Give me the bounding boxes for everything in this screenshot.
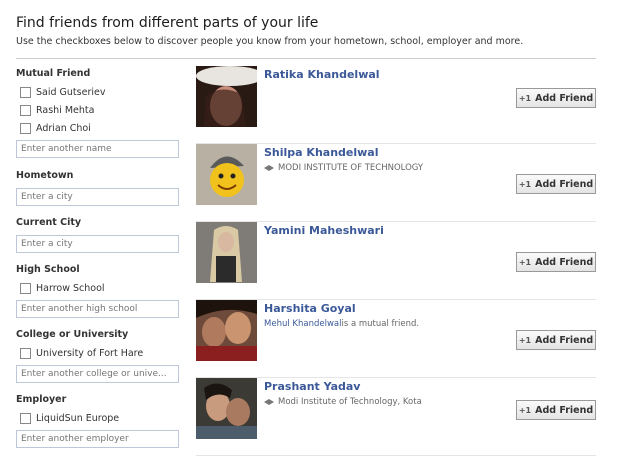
option-label: Adrian Choi	[36, 122, 91, 134]
page-header: Find friends from different parts of you…	[16, 14, 596, 48]
add-friend-icon: +1	[518, 179, 532, 189]
current-city-input[interactable]	[16, 235, 179, 253]
school-name: MODI INSTITUTE OF TECHNOLOGY	[278, 163, 424, 173]
friend-row: Yamini Maheshwari +1 Add Friend	[196, 222, 596, 300]
option-label: LiquidSun Europe	[36, 412, 120, 424]
school-name: Modi Institute of Technology, Kota	[278, 397, 422, 407]
button-label: Add Friend	[535, 334, 594, 346]
checkbox[interactable]	[20, 86, 31, 98]
friend-name[interactable]: Harshita Goyal	[264, 302, 356, 315]
mutual-friend-input[interactable]	[16, 140, 179, 158]
profile-photo[interactable]	[196, 222, 257, 283]
button-label: Add Friend	[535, 256, 594, 268]
friend-name[interactable]: Yamini Maheshwari	[264, 224, 384, 237]
friend-name[interactable]: Shilpa Khandelwal	[264, 146, 379, 159]
add-friend-button[interactable]: +1 Add Friend	[516, 88, 596, 108]
school-info: MODI INSTITUTE OF TECHNOLOGY	[264, 163, 423, 173]
profile-photo[interactable]	[196, 144, 257, 205]
mutual-friend-option[interactable]: Rashi Mehta	[16, 101, 182, 119]
college-input[interactable]	[16, 365, 179, 383]
button-label: Add Friend	[535, 404, 594, 416]
profile-photo[interactable]	[196, 66, 257, 127]
checkbox[interactable]	[20, 282, 31, 294]
mutual-friend-label: Mutual Friend	[16, 68, 91, 79]
header-divider	[16, 58, 596, 59]
add-friend-icon: +1	[518, 257, 532, 267]
employer-label: Employer	[16, 394, 67, 405]
add-friend-button[interactable]: +1 Add Friend	[516, 174, 596, 194]
option-label: University of Fort Hare	[36, 347, 144, 359]
school-icon	[264, 398, 274, 405]
mutual-friend-option[interactable]: Adrian Choi	[16, 119, 182, 137]
friend-row: Shilpa Khandelwal MODI INSTITUTE OF TECH…	[196, 144, 596, 222]
college-option[interactable]: University of Fort Hare	[16, 344, 182, 362]
button-label: Add Friend	[535, 92, 594, 104]
friend-name[interactable]: Ratika Khandelwal	[264, 68, 380, 81]
friend-row: Harshita Goyal Mehul Khandelwal is a mut…	[196, 300, 596, 378]
high-school-input[interactable]	[16, 300, 179, 318]
mutual-friend-info: Mehul Khandelwal is a mutual friend.	[264, 319, 419, 329]
add-friend-button[interactable]: +1 Add Friend	[516, 400, 596, 420]
current-city-label: Current City	[16, 217, 82, 228]
friend-row: Prashant Yadav Modi Institute of Technol…	[196, 378, 596, 456]
high-school-option[interactable]: Harrow School	[16, 279, 182, 297]
checkbox[interactable]	[20, 104, 31, 116]
friend-name[interactable]: Prashant Yadav	[264, 380, 360, 393]
hometown-input[interactable]	[16, 188, 179, 206]
profile-photo[interactable]	[196, 378, 257, 439]
checkbox[interactable]	[20, 122, 31, 134]
page-subtitle: Use the checkboxes below to discover peo…	[16, 36, 524, 47]
page-title: Find friends from different parts of you…	[16, 15, 319, 31]
profile-photo[interactable]	[196, 300, 257, 361]
option-label: Rashi Mehta	[36, 104, 95, 116]
school-icon	[264, 164, 274, 171]
mutual-friend-option[interactable]: Said Gutseriev	[16, 83, 182, 101]
checkbox[interactable]	[20, 347, 31, 359]
filter-sidebar: Mutual Friend Said Gutseriev Rashi Mehta…	[16, 66, 182, 448]
add-friend-icon: +1	[518, 405, 532, 415]
school-info: Modi Institute of Technology, Kota	[264, 397, 422, 407]
option-label: Said Gutseriev	[36, 86, 106, 98]
mutual-friend-link[interactable]: Mehul Khandelwal	[264, 319, 341, 329]
friend-row: Ratika Khandelwal +1 Add Friend	[196, 66, 596, 144]
hometown-label: Hometown	[16, 170, 74, 181]
add-friend-button[interactable]: +1 Add Friend	[516, 252, 596, 272]
mutual-friend-text: is a mutual friend.	[341, 319, 420, 329]
employer-option[interactable]: LiquidSun Europe	[16, 409, 182, 427]
add-friend-icon: +1	[518, 93, 532, 103]
college-label: College or University	[16, 329, 129, 340]
add-friend-button[interactable]: +1 Add Friend	[516, 330, 596, 350]
employer-input[interactable]	[16, 430, 179, 448]
high-school-label: High School	[16, 264, 80, 275]
button-label: Add Friend	[535, 178, 594, 190]
option-label: Harrow School	[36, 282, 105, 294]
checkbox[interactable]	[20, 412, 31, 424]
add-friend-icon: +1	[518, 335, 532, 345]
